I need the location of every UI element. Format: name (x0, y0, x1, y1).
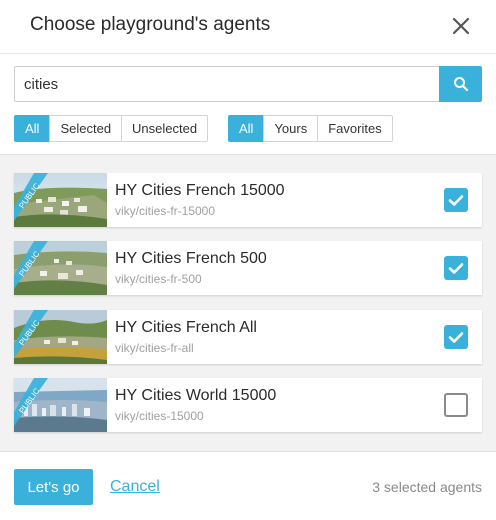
filter-selection-all[interactable]: All (14, 115, 51, 142)
agent-checkbox[interactable] (444, 256, 468, 280)
agent-card[interactable]: PUBLIC HY Cities French 15000 viky/citie… (14, 173, 482, 227)
filter-yours[interactable]: Yours (263, 115, 319, 142)
dialog-title: Choose playground's agents (30, 14, 271, 35)
agent-name: HY Cities French 15000 (115, 182, 285, 199)
agent-thumbnail: PUBLIC (14, 310, 107, 364)
ownership-filter-group: All Yours Favorites (228, 115, 393, 142)
lets-go-button[interactable]: Let's go (14, 469, 93, 505)
check-icon (448, 263, 464, 274)
agent-slug: viky/cities-15000 (115, 409, 204, 423)
agent-thumbnail: PUBLIC (14, 241, 107, 295)
agent-card[interactable]: PUBLIC HY Cities French 500 viky/cities-… (14, 241, 482, 295)
search-button[interactable] (439, 66, 482, 102)
agent-list: PUBLIC HY Cities French 15000 viky/citie… (0, 154, 496, 452)
agent-slug: viky/cities-fr-all (115, 341, 194, 355)
filter-ownership-all[interactable]: All (228, 115, 265, 142)
cancel-link[interactable]: Cancel (110, 478, 160, 496)
agent-thumbnail: PUBLIC (14, 173, 107, 227)
search-input[interactable] (14, 66, 439, 102)
agent-checkbox[interactable] (444, 393, 468, 417)
filter-selected[interactable]: Selected (49, 115, 123, 142)
agent-checkbox[interactable] (444, 188, 468, 212)
agent-slug: viky/cities-fr-500 (115, 272, 202, 286)
agent-name: HY Cities French All (115, 319, 257, 336)
agent-name: HY Cities French 500 (115, 250, 267, 267)
search-icon (453, 77, 468, 92)
agent-thumbnail: PUBLIC (14, 378, 107, 432)
check-icon (448, 332, 464, 343)
filter-unselected[interactable]: Unselected (121, 115, 209, 142)
agent-checkbox[interactable] (444, 325, 468, 349)
agent-name: HY Cities World 15000 (115, 387, 277, 404)
selection-filter-group: All Selected Unselected (14, 115, 209, 142)
check-icon (448, 195, 464, 206)
selected-count: 3 selected agents (372, 479, 482, 495)
dialog-header: Choose playground's agents (0, 0, 496, 54)
agent-card[interactable]: PUBLIC HY Cities French All viky/cities-… (14, 310, 482, 364)
agent-card[interactable]: PUBLIC HY Cities World 15000 viky/cities… (14, 378, 482, 432)
close-icon (452, 17, 470, 35)
close-button[interactable] (449, 14, 473, 38)
search-bar (14, 66, 482, 102)
filter-favorites[interactable]: Favorites (317, 115, 393, 142)
agent-slug: viky/cities-fr-15000 (115, 204, 216, 218)
